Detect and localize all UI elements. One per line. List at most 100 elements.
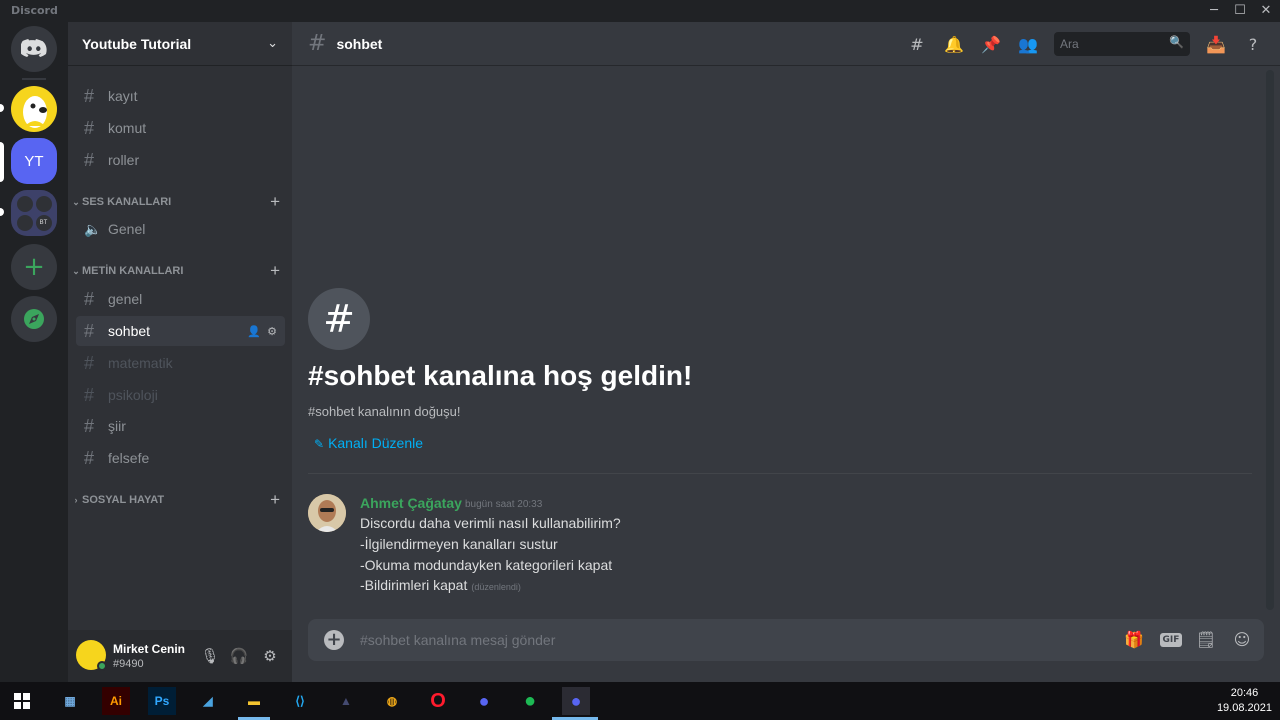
inbox-icon[interactable]: 📥 — [1205, 34, 1227, 56]
message-line: -İlgilendirmeyen kanalları sustur — [360, 536, 558, 552]
system-clock[interactable]: 20:46 19.08.2021 — [1217, 686, 1272, 716]
notification-bell-icon[interactable]: 🔔 — [943, 34, 965, 56]
create-channel-plus-icon[interactable]: + — [270, 192, 280, 212]
emoji-icon[interactable]: ☺ — [1230, 629, 1254, 651]
gif-button[interactable]: GIF — [1160, 633, 1182, 647]
invite-member-icon[interactable]: 👤 — [247, 325, 261, 338]
guild-name: Youtube Tutorial — [82, 35, 192, 52]
channel-felsefe[interactable]: # felsefe — [76, 443, 285, 473]
unread-indicator — [0, 104, 4, 112]
maximize-button[interactable]: ☐ — [1228, 2, 1252, 20]
user-settings-gear-icon[interactable]: ⚙ — [260, 646, 280, 666]
windows-start-icon[interactable] — [8, 687, 36, 715]
discord-active-taskbar-icon[interactable]: ● — [562, 687, 590, 715]
chevron-down-icon: ⌄ — [72, 265, 80, 276]
chrome-canary-icon[interactable]: ◍ — [378, 687, 406, 715]
category-social[interactable]: › SOSYAL HAYAT + — [70, 490, 288, 510]
minimize-button[interactable]: ─ — [1202, 2, 1226, 20]
file-explorer-icon[interactable]: ▬ — [240, 687, 268, 715]
compass-icon — [24, 309, 44, 329]
create-channel-plus-icon[interactable]: + — [270, 490, 280, 510]
channel-label: felsefe — [108, 450, 150, 466]
unread-indicator — [0, 208, 4, 216]
vscode-icon[interactable]: ⟨⟩ — [286, 687, 314, 715]
chevron-right-icon: › — [74, 495, 78, 505]
explore-servers-button[interactable] — [11, 296, 57, 342]
channel-label: şiir — [108, 418, 126, 434]
message-input[interactable] — [360, 619, 1100, 661]
clock-date: 19.08.2021 — [1216, 702, 1272, 714]
channel-label: genel — [108, 291, 143, 307]
spotify-icon[interactable]: ● — [516, 687, 544, 715]
channel-label: psikoloji — [108, 387, 158, 403]
photoshop-icon[interactable]: Ps — [148, 687, 176, 715]
channel-label: komut — [108, 120, 147, 136]
folder-mini-server-label: BT — [35, 214, 52, 231]
channel-roller[interactable]: # roller — [76, 145, 285, 175]
edit-channel-link[interactable]: ✎ Kanalı Düzenle — [314, 435, 423, 451]
plus-icon: + — [23, 252, 45, 282]
channel-label: Genel — [108, 221, 146, 237]
channel-psikoloji[interactable]: # psikoloji — [76, 380, 285, 410]
voice-channel-genel[interactable]: 🔈 Genel — [76, 214, 285, 244]
add-attachment-icon[interactable]: + — [324, 630, 344, 650]
hash-icon: # — [84, 352, 95, 373]
help-icon[interactable]: ? — [1242, 34, 1264, 56]
app-dark-icon[interactable]: ▲ — [332, 687, 360, 715]
app-blue-icon[interactable]: ◢ — [194, 687, 222, 715]
hash-icon: # — [84, 288, 95, 309]
online-status-icon — [97, 661, 107, 671]
create-channel-plus-icon[interactable]: + — [270, 261, 280, 281]
guild-header[interactable]: Youtube Tutorial ⌄ — [68, 22, 292, 66]
pin-icon[interactable]: 📌 — [980, 34, 1002, 56]
message-author[interactable]: Ahmet Çağatay — [360, 495, 462, 511]
app-title: Discord — [11, 4, 58, 17]
add-server-button[interactable]: + — [11, 244, 57, 290]
gear-icon[interactable]: ⚙ — [267, 325, 277, 338]
chat-header: # sohbet # 🔔 📌 👥 🔍 📥 ? — [292, 22, 1280, 66]
file-manager-icon[interactable]: ▦ — [56, 687, 84, 715]
hash-icon: # — [84, 384, 95, 405]
search-box[interactable]: 🔍 — [1054, 32, 1190, 56]
server-list: YT BT + — [0, 22, 68, 682]
deafen-headphones-icon[interactable]: 🎧 — [229, 646, 249, 666]
channel-siir[interactable]: # şiir — [76, 411, 285, 441]
channel-sohbet[interactable]: # sohbet 👤 ⚙ — [76, 316, 285, 346]
member-list-icon[interactable]: 👥 — [1017, 34, 1039, 56]
channel-kayit[interactable]: # kayıt — [76, 81, 285, 111]
opera-icon[interactable]: O — [424, 687, 452, 715]
mute-microphone-icon[interactable]: 🎙 — [200, 646, 220, 666]
speaker-icon: 🔈 — [84, 220, 102, 237]
sticker-icon[interactable]: 🗒 — [1194, 629, 1218, 651]
channel-matematik[interactable]: # matematik — [76, 348, 285, 378]
channel-sidebar: Youtube Tutorial ⌄ # kayıt # komut # roller… — [68, 22, 292, 682]
person-avatar-image — [308, 494, 346, 532]
youtube-tutorial-server[interactable]: YT — [11, 138, 57, 184]
category-text[interactable]: ⌄ METİN KANALLARI + — [70, 261, 288, 281]
threads-icon[interactable]: # — [906, 34, 928, 56]
home-button[interactable] — [11, 26, 57, 72]
folder-mini-server — [16, 214, 33, 231]
channel-genel[interactable]: # genel — [76, 284, 285, 314]
server-folder[interactable]: BT — [11, 190, 57, 236]
channel-komut[interactable]: # komut — [76, 113, 285, 143]
meerkat-server-icon[interactable] — [11, 86, 57, 132]
channel-title: sohbet — [336, 35, 383, 52]
search-input[interactable] — [1054, 32, 1154, 56]
clock-time: 20:46 — [1230, 687, 1259, 699]
divider — [308, 473, 1252, 474]
avatar[interactable] — [308, 494, 346, 532]
window-titlebar: Discord ─ ☐ ✕ — [0, 0, 1280, 22]
windows-taskbar: ▦ Ai Ps ◢ ▬ ⟨⟩ ▲ ◍ O ● ● ● 20:46 19.08.2… — [0, 682, 1280, 720]
close-button[interactable]: ✕ — [1254, 2, 1278, 20]
illustrator-icon[interactable]: Ai — [102, 687, 130, 715]
discord-taskbar-icon[interactable]: ● — [470, 687, 498, 715]
gift-icon[interactable]: 🎁 — [1122, 629, 1146, 651]
category-voice[interactable]: ⌄ SES KANALLARI + — [70, 192, 288, 212]
scrollbar[interactable] — [1266, 70, 1274, 610]
category-label: SES KANALLARI — [82, 196, 172, 208]
hash-icon: # — [84, 447, 95, 468]
hash-icon: # — [308, 31, 327, 56]
message-line-last: -Bildirimleri kapat (düzenlendi) — [360, 577, 521, 593]
category-label: METİN KANALLARI — [82, 265, 184, 277]
